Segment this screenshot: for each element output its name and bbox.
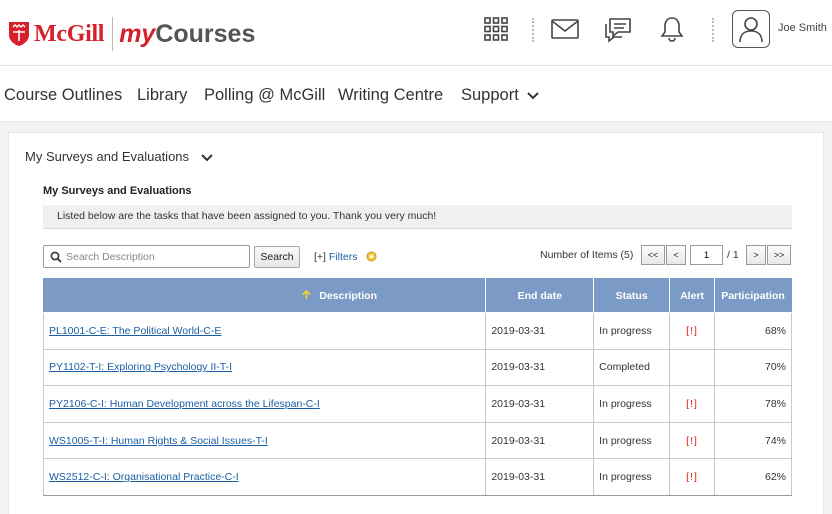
description-cell: WS2512-C-I: Organisational Practice-C-I bbox=[42, 458, 487, 496]
chevron-down-icon bbox=[200, 153, 213, 161]
username-label[interactable]: Joe Smith bbox=[778, 22, 827, 34]
end-date-cell: 2019-03-31 bbox=[485, 421, 595, 460]
last-page-button[interactable]: >> bbox=[767, 245, 791, 265]
prev-page-button[interactable]: < bbox=[666, 245, 686, 265]
apps-grid-icon[interactable] bbox=[481, 14, 511, 44]
column-header-description[interactable]: Description bbox=[42, 278, 487, 313]
header-divider bbox=[532, 18, 534, 42]
nav-polling[interactable]: Polling @ McGill bbox=[204, 86, 325, 105]
table-header-row: Description End date Status Alert Partic… bbox=[42, 278, 792, 313]
column-header-end-date[interactable]: End date bbox=[485, 278, 595, 313]
header-divider bbox=[712, 18, 714, 42]
product-prefix: my bbox=[119, 19, 156, 48]
table-row: PY1102-T-I: Exploring Psychology II-T-I … bbox=[42, 348, 792, 387]
column-header-alert[interactable]: Alert bbox=[669, 278, 715, 313]
search-icon bbox=[50, 251, 62, 263]
search-input[interactable] bbox=[66, 248, 246, 265]
page-total: / 1 bbox=[727, 249, 739, 261]
status-cell: In progress bbox=[593, 458, 671, 496]
end-date-cell: 2019-03-31 bbox=[485, 348, 595, 387]
end-date-cell: 2019-03-31 bbox=[485, 312, 595, 350]
main-navigation: Course Outlines Library Polling @ McGill… bbox=[0, 66, 832, 122]
status-cell: Completed bbox=[593, 348, 671, 387]
page-number-input[interactable] bbox=[690, 245, 723, 265]
table-row: WS2512-C-I: Organisational Practice-C-I … bbox=[42, 458, 792, 496]
description-cell: PY1102-T-I: Exploring Psychology II-T-I bbox=[42, 348, 487, 387]
status-cell: In progress bbox=[593, 385, 671, 423]
surveys-widget: My Surveys and Evaluations My Surveys an… bbox=[8, 132, 824, 514]
status-cell: In progress bbox=[593, 421, 671, 460]
notice-banner: Listed below are the tasks that have bee… bbox=[43, 205, 792, 229]
alert-cell: [!] bbox=[669, 458, 715, 496]
items-count: Number of Items (5) bbox=[540, 249, 634, 261]
alert-cell: [!] bbox=[669, 385, 715, 423]
user-avatar-icon[interactable] bbox=[732, 10, 770, 48]
survey-link[interactable]: PL1001-C-E: The Political World-C-E bbox=[49, 325, 221, 337]
table-row: WS1005-T-I: Human Rights & Social Issues… bbox=[42, 421, 792, 460]
nav-course-outlines[interactable]: Course Outlines bbox=[4, 86, 122, 105]
filter-status-icon bbox=[366, 251, 377, 262]
widget-title[interactable]: My Surveys and Evaluations bbox=[25, 149, 213, 164]
top-header: McGill my Courses Joe Smith bbox=[0, 0, 832, 66]
bell-icon[interactable] bbox=[657, 14, 687, 44]
alert-cell: [!] bbox=[669, 312, 715, 350]
widget-title-label: My Surveys and Evaluations bbox=[25, 149, 190, 164]
participation-cell: 78% bbox=[714, 385, 792, 423]
nav-library[interactable]: Library bbox=[137, 86, 187, 105]
search-box bbox=[43, 245, 250, 268]
survey-link[interactable]: PY1102-T-I: Exploring Psychology II-T-I bbox=[49, 361, 232, 373]
participation-cell: 74% bbox=[714, 421, 792, 460]
description-cell: PY2106-C-I: Human Development across the… bbox=[42, 385, 487, 423]
next-page-button[interactable]: > bbox=[746, 245, 766, 265]
chevron-down-icon bbox=[527, 91, 540, 100]
mcgill-shield-icon bbox=[9, 22, 29, 46]
survey-link[interactable]: WS1005-T-I: Human Rights & Social Issues… bbox=[49, 435, 268, 447]
filters-link[interactable]: Filters bbox=[329, 251, 358, 263]
survey-link[interactable]: WS2512-C-I: Organisational Practice-C-I bbox=[49, 471, 239, 483]
first-page-button[interactable]: << bbox=[641, 245, 665, 265]
column-header-status[interactable]: Status bbox=[593, 278, 671, 313]
column-header-participation[interactable]: Participation bbox=[714, 278, 792, 313]
brand-name: McGill bbox=[34, 20, 105, 47]
survey-link[interactable]: PY2106-C-I: Human Development across the… bbox=[49, 398, 320, 410]
chat-icon[interactable] bbox=[603, 14, 633, 44]
nav-support-label: Support bbox=[461, 86, 519, 104]
nav-writing-centre[interactable]: Writing Centre bbox=[338, 86, 443, 105]
alert-cell: [!] bbox=[669, 421, 715, 460]
surveys-table: Description End date Status Alert Partic… bbox=[42, 278, 792, 496]
end-date-cell: 2019-03-31 bbox=[485, 385, 595, 423]
description-cell: WS1005-T-I: Human Rights & Social Issues… bbox=[42, 421, 487, 460]
participation-cell: 62% bbox=[714, 458, 792, 496]
status-cell: In progress bbox=[593, 312, 671, 350]
description-cell: PL1001-C-E: The Political World-C-E bbox=[42, 312, 487, 350]
logo-divider bbox=[112, 17, 114, 51]
column-label: Description bbox=[319, 289, 378, 302]
filters-prefix: [+] bbox=[314, 251, 326, 263]
nav-support[interactable]: Support bbox=[461, 86, 540, 105]
search-button[interactable]: Search bbox=[254, 246, 300, 268]
alert-cell bbox=[669, 348, 715, 387]
section-heading: My Surveys and Evaluations bbox=[43, 185, 192, 197]
participation-cell: 70% bbox=[714, 348, 792, 387]
end-date-cell: 2019-03-31 bbox=[485, 458, 595, 496]
sort-ascending-icon bbox=[302, 289, 311, 299]
table-row: PL1001-C-E: The Political World-C-E 2019… bbox=[42, 312, 792, 350]
participation-cell: 68% bbox=[714, 312, 792, 350]
mcgill-mycourses-logo[interactable]: McGill my Courses bbox=[8, 14, 255, 54]
mail-icon[interactable] bbox=[550, 14, 580, 44]
product-suffix: Courses bbox=[155, 19, 256, 48]
filters-toggle[interactable]: [+] Filters bbox=[314, 251, 377, 263]
table-row: PY2106-C-I: Human Development across the… bbox=[42, 385, 792, 423]
